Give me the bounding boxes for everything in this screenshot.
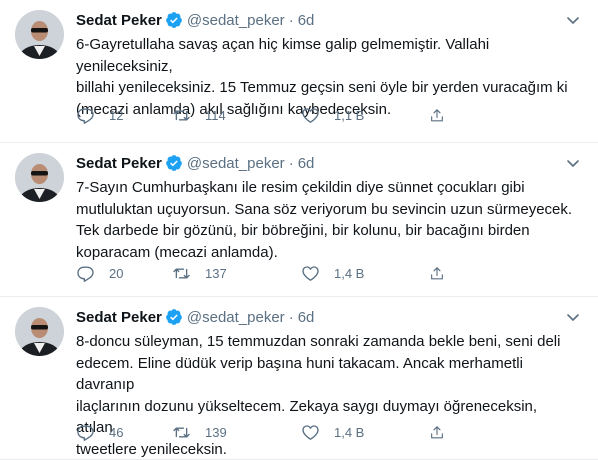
tweet-timestamp[interactable]: 6d <box>298 155 315 172</box>
share-button[interactable] <box>429 423 459 442</box>
retweet-button[interactable]: 137 <box>172 264 301 283</box>
author-name[interactable]: Sedat Peker <box>76 155 162 172</box>
tweet-item[interactable]: Sedat Peker @sedat_peker · 6d 6-Gayretul… <box>0 0 598 143</box>
separator-dot: · <box>288 308 294 326</box>
retweet-count: 114 <box>205 107 226 123</box>
tweet-text: 7-Sayın Cumhurbaşkanı ile resim çekildin… <box>76 179 573 261</box>
tweet-header: Sedat Peker @sedat_peker · 6d <box>76 153 314 173</box>
share-icon <box>431 266 443 279</box>
reply-icon <box>77 265 94 282</box>
reply-button[interactable]: 46 <box>76 423 172 442</box>
reply-count: 46 <box>109 424 124 440</box>
tweet-header: Sedat Peker @sedat_peker · 6d <box>76 307 314 327</box>
heart-icon <box>302 265 319 281</box>
retweet-count: 139 <box>205 424 227 440</box>
avatar[interactable] <box>15 10 64 59</box>
reply-button[interactable]: 12 <box>76 106 172 125</box>
heart-icon <box>302 107 319 123</box>
like-count: 1,1 B <box>334 107 365 123</box>
retweet-button[interactable]: 114 <box>172 106 301 125</box>
share-icon <box>431 108 443 121</box>
like-button[interactable]: 1,4 B <box>301 264 429 283</box>
chevron-down-icon[interactable] <box>562 152 584 174</box>
retweet-icon <box>173 267 190 279</box>
share-button[interactable] <box>429 264 459 283</box>
author-name[interactable]: Sedat Peker <box>76 309 162 326</box>
reply-icon <box>77 424 94 441</box>
heart-icon <box>302 424 319 440</box>
reply-count: 20 <box>109 265 124 281</box>
author-name[interactable]: Sedat Peker <box>76 12 162 29</box>
tweet-actions: 12 114 1,1 B <box>76 103 459 127</box>
chevron-down-icon[interactable] <box>562 306 584 328</box>
share-button[interactable] <box>429 106 459 125</box>
like-button[interactable]: 1,1 B <box>301 106 429 125</box>
reply-icon <box>77 107 94 124</box>
tweet-timestamp[interactable]: 6d <box>298 309 315 326</box>
retweet-count: 137 <box>205 265 227 281</box>
separator-dot: · <box>288 11 294 29</box>
tweet-header: Sedat Peker @sedat_peker · 6d <box>76 10 314 30</box>
author-handle[interactable]: @sedat_peker <box>187 12 285 29</box>
avatar[interactable] <box>15 307 64 356</box>
separator-dot: · <box>288 154 294 172</box>
reply-count: 12 <box>109 107 124 123</box>
chevron-down-icon[interactable] <box>562 9 584 31</box>
author-handle[interactable]: @sedat_peker <box>187 155 285 172</box>
retweet-icon <box>173 109 190 121</box>
share-icon <box>431 425 443 438</box>
verified-badge-icon <box>165 308 183 326</box>
tweet-actions: 46 139 1,4 B <box>76 420 459 444</box>
tweet-item[interactable]: Sedat Peker @sedat_peker · 6d 7-Sayın Cu… <box>0 143 598 297</box>
tweet-actions: 20 137 1,4 B <box>76 261 459 285</box>
author-handle[interactable]: @sedat_peker <box>187 309 285 326</box>
like-count: 1,4 B <box>334 424 365 440</box>
like-count: 1,4 B <box>334 265 365 281</box>
like-button[interactable]: 1,4 B <box>301 423 429 442</box>
avatar[interactable] <box>15 153 64 202</box>
retweet-icon <box>173 426 190 438</box>
reply-button[interactable]: 20 <box>76 264 172 283</box>
tweet-timestamp[interactable]: 6d <box>298 12 315 29</box>
tweet-thread: Sedat Peker @sedat_peker · 6d 6-Gayretul… <box>0 0 598 460</box>
retweet-button[interactable]: 139 <box>172 423 301 442</box>
tweet-item[interactable]: Sedat Peker @sedat_peker · 6d 8-doncu sü… <box>0 297 598 460</box>
verified-badge-icon <box>165 11 183 29</box>
verified-badge-icon <box>165 154 183 172</box>
